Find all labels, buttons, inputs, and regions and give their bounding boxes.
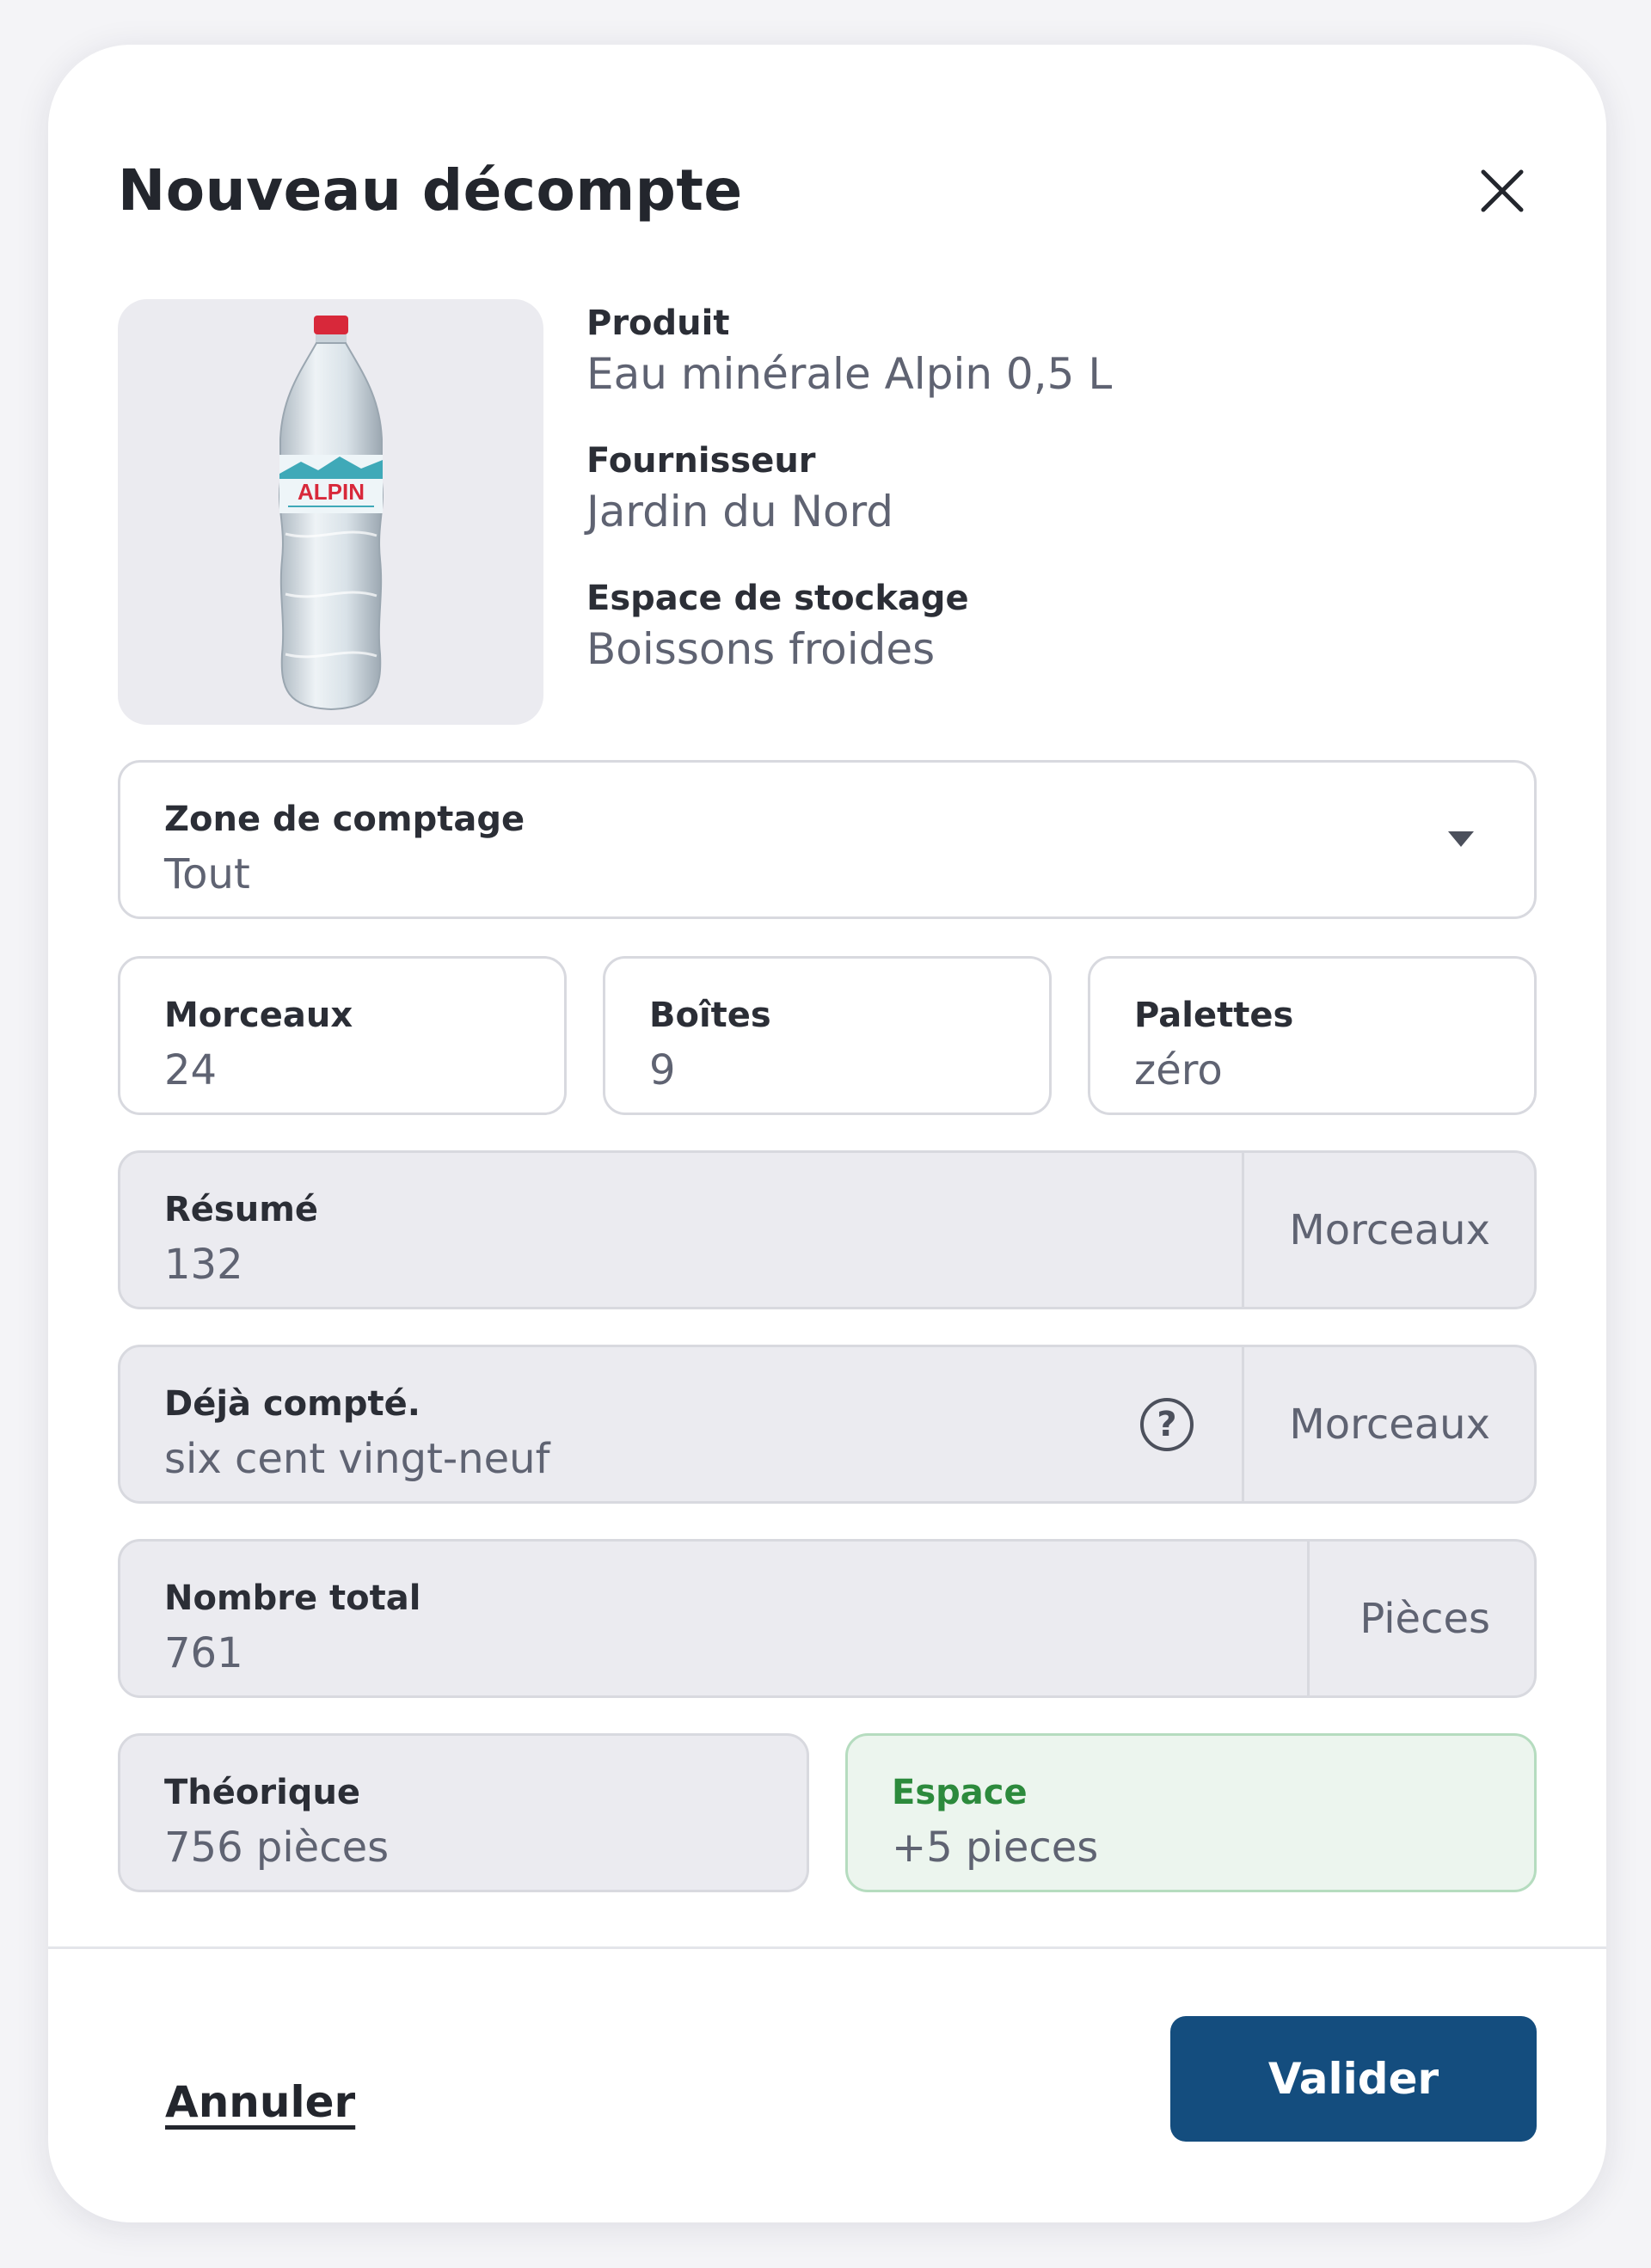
storage-label: Espace de stockage: [586, 579, 969, 618]
pallets-label: Palettes: [1134, 996, 1294, 1035]
pieces-label: Morceaux: [164, 996, 353, 1035]
theoretical-label: Théorique: [164, 1773, 361, 1812]
product-field: Produit Eau minérale Alpin 0,5 L: [586, 299, 1537, 401]
total-unit: Pièces: [1307, 1542, 1534, 1695]
supplier-label: Fournisseur: [586, 441, 816, 481]
pieces-value: 24: [164, 1046, 218, 1094]
theoretical-value: 756 pièces: [164, 1824, 390, 1872]
chevron-down-icon: [1448, 831, 1474, 847]
summary-value: 132: [164, 1241, 243, 1289]
supplier-value: Jardin du Nord: [586, 487, 894, 536]
storage-value: Boissons froides: [586, 624, 936, 674]
water-bottle-image: ALPIN: [278, 315, 384, 710]
modal-header: Nouveau décompte: [118, 148, 1537, 234]
storage-field: Espace de stockage Boissons froides: [586, 574, 1537, 676]
bottle-brand-text: ALPIN: [298, 479, 365, 505]
gap-value: +5 pieces: [892, 1824, 1099, 1872]
summary-field: Résumé 132 Morceaux: [118, 1150, 1537, 1309]
question-circle-icon[interactable]: ?: [1140, 1398, 1194, 1451]
submit-button[interactable]: Valider: [1170, 2016, 1537, 2142]
help-glyph: ?: [1157, 1405, 1177, 1444]
close-icon: [1481, 169, 1524, 212]
product-info: Produit Eau minérale Alpin 0,5 L Fournis…: [586, 299, 1537, 712]
cancel-button[interactable]: Annuler: [165, 2072, 355, 2132]
boxes-label: Boîtes: [649, 996, 771, 1035]
product-label: Produit: [586, 303, 730, 343]
total-value: 761: [164, 1629, 243, 1677]
pieces-input[interactable]: Morceaux 24: [118, 956, 567, 1115]
pallets-value: zéro: [1134, 1046, 1223, 1094]
already-counted-field: Déjà compté. six cent vingt-neuf ? Morce…: [118, 1345, 1537, 1504]
theoretical-field: Théorique 756 pièces: [118, 1733, 809, 1892]
summary-unit: Morceaux: [1242, 1153, 1534, 1307]
already-counted-label: Déjà compté.: [164, 1384, 420, 1424]
close-button[interactable]: [1468, 156, 1537, 225]
boxes-value: 9: [649, 1046, 676, 1094]
product-summary: ALPIN Produit Eau minérale Alpin 0,5 L F…: [118, 299, 1537, 725]
footer-divider: [48, 1946, 1606, 1949]
summary-label: Résumé: [164, 1190, 319, 1229]
already-counted-value: six cent vingt-neuf: [164, 1435, 550, 1483]
zone-label: Zone de comptage: [164, 800, 525, 839]
zone-select[interactable]: Zone de comptage Tout: [118, 760, 1537, 919]
gap-label: Espace: [892, 1773, 1028, 1812]
product-value: Eau minérale Alpin 0,5 L: [586, 349, 1113, 399]
total-label: Nombre total: [164, 1578, 421, 1618]
modal-title: Nouveau décompte: [118, 157, 743, 224]
supplier-field: Fournisseur Jardin du Nord: [586, 437, 1537, 538]
already-counted-unit: Morceaux: [1242, 1347, 1534, 1501]
gap-field: Espace +5 pieces: [845, 1733, 1537, 1892]
boxes-input[interactable]: Boîtes 9: [603, 956, 1052, 1115]
pallets-input[interactable]: Palettes zéro: [1088, 956, 1537, 1115]
count-modal: Nouveau décompte ALPIN Produit Eau minér…: [48, 45, 1606, 2222]
product-image: ALPIN: [118, 299, 543, 725]
total-field: Nombre total 761 Pièces: [118, 1539, 1537, 1698]
zone-value: Tout: [164, 850, 250, 898]
